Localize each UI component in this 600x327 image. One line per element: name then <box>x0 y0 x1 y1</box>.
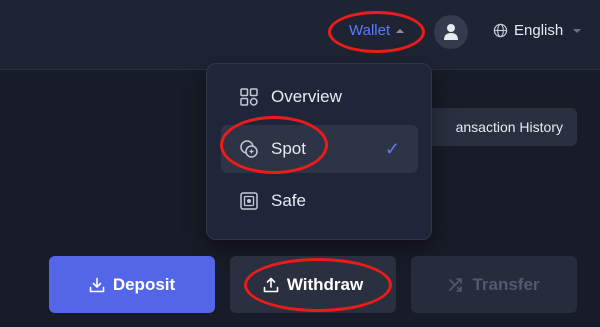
wallet-dropdown-menu: Overview Spot ✓ Safe <box>206 63 432 240</box>
dropdown-item-safe[interactable]: Safe <box>221 177 418 225</box>
top-navigation-bar: Wallet English <box>0 0 600 70</box>
grid-icon <box>239 87 259 107</box>
user-icon <box>444 24 458 40</box>
transfer-button[interactable]: Transfer <box>411 256 577 313</box>
caret-down-icon <box>573 28 582 33</box>
dropdown-item-label: Safe <box>271 191 306 210</box>
upload-icon <box>263 277 279 292</box>
withdraw-label: Withdraw <box>286 274 364 294</box>
shuffle-icon <box>449 277 463 292</box>
transaction-history-label: ansaction History <box>455 119 563 135</box>
deposit-button[interactable]: Deposit <box>49 256 215 313</box>
coins-icon <box>239 139 259 159</box>
dropdown-item-label: Overview <box>271 87 342 106</box>
transfer-label: Transfer <box>472 274 540 294</box>
dropdown-item-label: Spot <box>271 139 306 158</box>
transaction-history-button[interactable]: ansaction History <box>412 108 577 146</box>
caret-up-icon <box>396 29 405 33</box>
user-avatar[interactable] <box>434 15 468 49</box>
safe-icon <box>239 191 259 211</box>
globe-icon <box>493 23 508 38</box>
language-label: English <box>514 22 564 39</box>
language-selector[interactable]: English <box>493 22 582 39</box>
dropdown-item-overview[interactable]: Overview <box>221 73 418 121</box>
deposit-label: Deposit <box>112 274 176 294</box>
checkmark-icon: ✓ <box>384 139 400 159</box>
wallet-label: Wallet <box>349 22 391 39</box>
withdraw-button[interactable]: Withdraw <box>230 256 396 313</box>
wallet-menu-toggle[interactable]: Wallet <box>349 22 405 39</box>
dropdown-item-spot[interactable]: Spot ✓ <box>221 125 418 173</box>
download-icon <box>89 277 105 292</box>
